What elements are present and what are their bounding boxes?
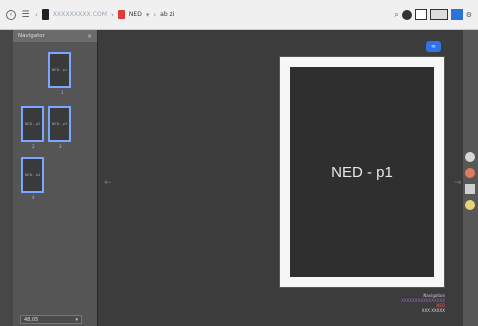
color-tool-icon[interactable]	[465, 168, 475, 178]
grid-menu-icon[interactable]: ☰	[20, 9, 31, 20]
thumbnail-number: 4	[32, 195, 35, 200]
page-content: NED - p1	[290, 67, 434, 277]
page-title: NED - p1	[331, 163, 393, 181]
previous-page-icon[interactable]: ←	[104, 178, 112, 188]
next-page-icon[interactable]: →	[454, 178, 462, 188]
zoom-select[interactable]: 48,05 ▾	[20, 315, 82, 324]
thumbnail-number: 1	[61, 90, 64, 95]
left-strip	[0, 30, 13, 326]
thumbnail-number: 3	[59, 144, 62, 149]
breadcrumb-project[interactable]: NED	[129, 11, 142, 18]
tool-icon[interactable]	[465, 152, 475, 162]
info-overlay: Navigation XXXXXXXXXXXXXXXX NED XXX XXXX…	[401, 293, 445, 313]
top-toolbar: ‹ ☰ ‹ XXXXXXXXX.COM › NED ▾ › ab zi ⌕ ⚙	[0, 0, 478, 30]
chevron-down-icon: ▾	[75, 316, 78, 323]
zoom-value: 48,05	[24, 316, 39, 323]
thumbnail-label: NED - p2	[24, 122, 41, 126]
page-thumbnail[interactable]: NED - p3	[48, 106, 71, 142]
breadcrumb-current[interactable]: ab zi	[160, 11, 174, 18]
page-thumbnail[interactable]: NED - p4	[21, 157, 44, 193]
more-icon[interactable]: ⚙	[466, 11, 472, 19]
navigator-header: Navigator ×	[13, 30, 97, 42]
view-single-icon[interactable]	[414, 9, 427, 20]
gear-icon[interactable]	[401, 9, 412, 20]
highlight-tool-icon[interactable]	[465, 200, 475, 210]
project-icon	[117, 10, 125, 19]
toolbar-right: ⌕ ⚙	[394, 9, 472, 20]
thumbnail-label: NED - p3	[51, 122, 68, 126]
thumbnail-label: NED - p1	[51, 68, 68, 72]
link-badge[interactable]: ∞	[426, 41, 441, 52]
back-icon[interactable]: ‹	[6, 9, 16, 20]
page-frame[interactable]: NED - p1	[280, 57, 444, 287]
view-active-icon[interactable]	[450, 9, 463, 20]
search-icon[interactable]: ⌕	[394, 10, 398, 20]
thumbnail-label: NED - p4	[24, 173, 41, 177]
breadcrumb-separator-2: ›	[153, 10, 157, 19]
navigator-panel: Navigator × NED - p1 1 NED - p2 2 NED - …	[13, 30, 98, 326]
close-icon[interactable]: ×	[87, 33, 92, 40]
view-grid-icon[interactable]	[429, 9, 448, 20]
app-window: ‹ ☰ ‹ XXXXXXXXX.COM › NED ▾ › ab zi ⌕ ⚙ …	[0, 0, 478, 326]
navigator-title: Navigator	[18, 33, 45, 39]
phone-icon[interactable]	[41, 9, 49, 20]
breadcrumb-separator: ›	[111, 10, 114, 19]
info-line: XXX XXXXX	[421, 308, 445, 313]
thumbnail-number: 2	[32, 144, 35, 149]
chevron-down-icon[interactable]: ▾	[146, 11, 150, 19]
page-thumbnail[interactable]: NED - p2	[21, 106, 44, 142]
layer-tool-icon[interactable]	[465, 184, 475, 194]
chevron-icon: ‹	[35, 10, 38, 19]
page-thumbnail[interactable]: NED - p1	[48, 52, 71, 88]
breadcrumb-domain[interactable]: XXXXXXXXX.COM	[53, 11, 107, 18]
right-toolbar	[463, 30, 478, 326]
